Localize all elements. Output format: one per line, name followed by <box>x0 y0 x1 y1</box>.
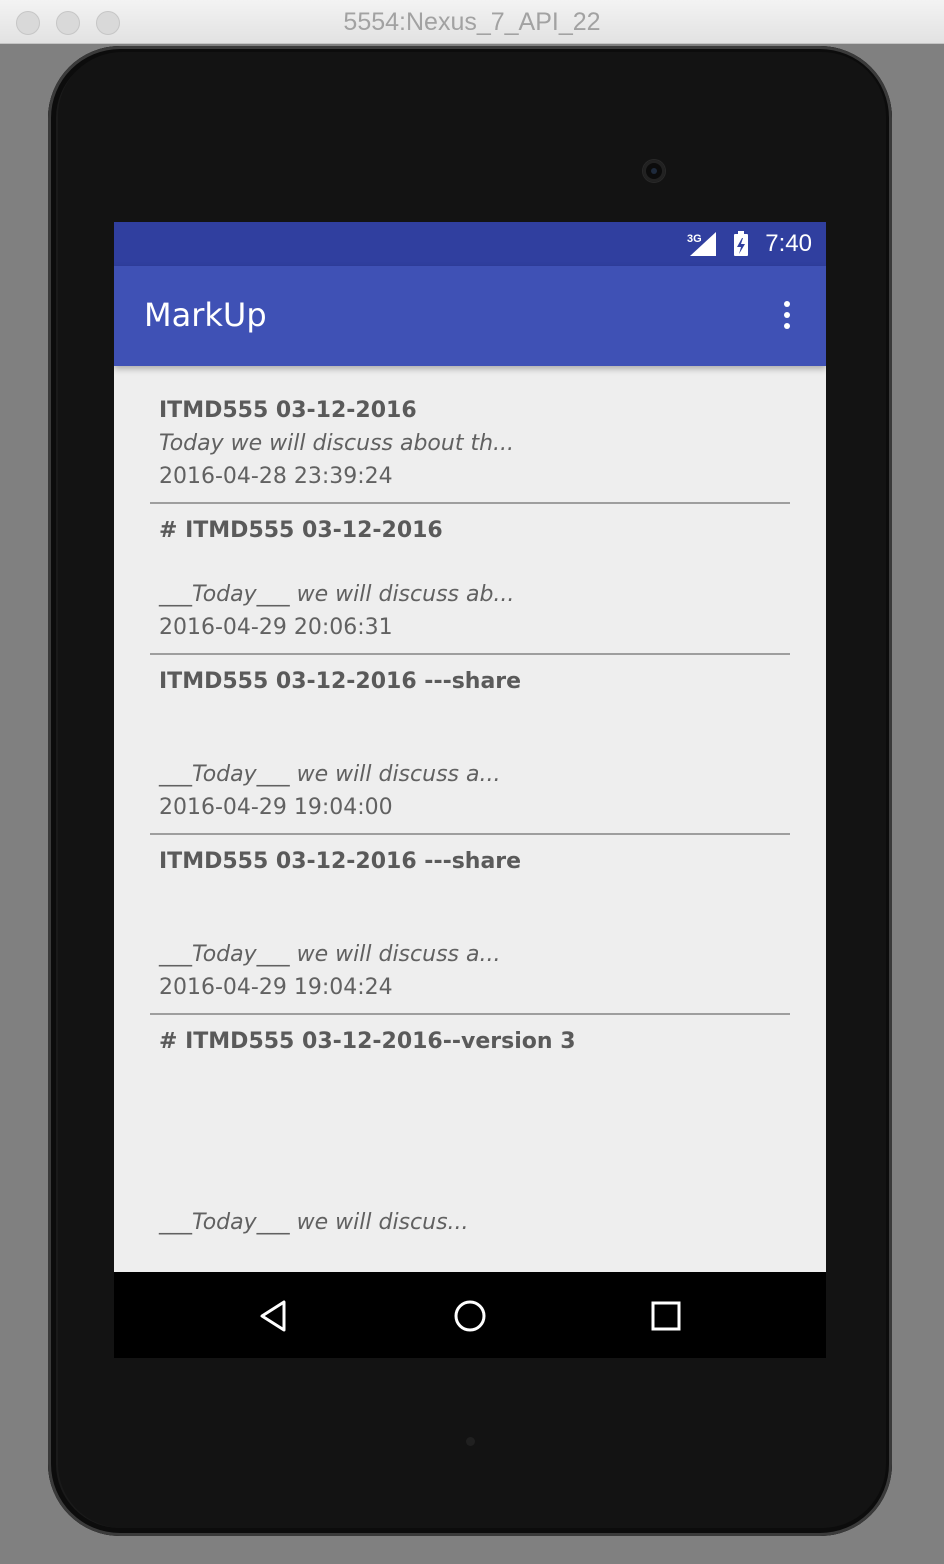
note-preview: ___Today___ we will discuss a... <box>159 762 501 787</box>
note-title: ITMD555 03-12-2016 ---share <box>159 669 522 694</box>
list-item[interactable]: ITMD555 03-12-2016 Today we will discuss… <box>150 366 790 504</box>
recents-square-icon[interactable] <box>646 1296 686 1336</box>
window-titlebar: 5554:Nexus_7_API_22 <box>0 0 944 44</box>
note-preview: ___Today___ we will discuss a... <box>159 942 501 967</box>
list-item[interactable]: # ITMD555 03-12-2016--version 3 ___Today… <box>150 1015 790 1315</box>
note-title: ITMD555 03-12-2016 <box>159 398 417 423</box>
status-time: 7:40 <box>765 230 812 257</box>
note-date: 2016-04-28 23:39:24 <box>159 464 393 489</box>
note-title: # ITMD555 03-12-2016--version 3 <box>159 1029 576 1054</box>
window-title: 5554:Nexus_7_API_22 <box>343 8 601 36</box>
light-sensor <box>466 1437 475 1446</box>
note-title: ITMD555 03-12-2016 ---share <box>159 849 522 874</box>
note-date: 2016-04-29 19:04:24 <box>159 975 393 1000</box>
battery-charging-icon <box>732 230 752 263</box>
list-item[interactable]: ITMD555 03-12-2016 ---share ___Today___ … <box>150 655 790 835</box>
note-preview: Today we will discuss about th... <box>159 431 514 456</box>
more-vert-icon[interactable] <box>770 296 804 336</box>
device-screen: 3G 7:40 MarkUp ITMD555 03-12-2016 Today … <box>114 222 826 1358</box>
back-triangle-icon[interactable] <box>254 1296 294 1336</box>
home-circle-icon[interactable] <box>450 1296 490 1336</box>
navigation-bar <box>114 1272 826 1358</box>
status-bar: 3G 7:40 <box>114 222 826 266</box>
note-date: 2016-04-29 19:04:00 <box>159 795 393 820</box>
note-preview: ___Today___ we will discus... <box>159 1210 469 1235</box>
network-type-label: 3G <box>687 233 702 245</box>
app-bar: MarkUp <box>114 266 826 366</box>
note-title: # ITMD555 03-12-2016 <box>159 518 443 543</box>
front-camera <box>643 160 665 182</box>
app-title: MarkUp <box>144 296 267 334</box>
note-preview: ___Today___ we will discuss ab... <box>159 582 515 607</box>
note-date: 2016-04-29 20:06:31 <box>159 615 393 640</box>
signal-icon: 3G <box>686 230 720 263</box>
list-item[interactable]: # ITMD555 03-12-2016 ___Today___ we will… <box>150 504 790 655</box>
list-item[interactable]: ITMD555 03-12-2016 ---share ___Today___ … <box>150 835 790 1015</box>
